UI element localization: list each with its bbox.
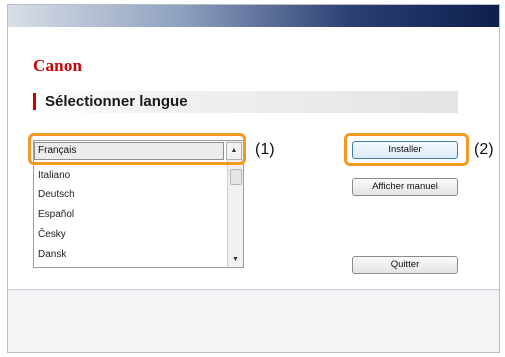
scroll-down-icon[interactable]: ▼ [228, 253, 243, 267]
language-item-cesky[interactable]: Česky [38, 229, 66, 240]
language-item-espanol[interactable]: Español [38, 209, 74, 220]
title-bar [8, 5, 499, 27]
page-title: Sélectionner langue [45, 93, 188, 110]
show-manual-button[interactable]: Afficher manuel [352, 178, 458, 196]
callout-label-1: (1) [255, 141, 275, 158]
callout-label-2: (2) [474, 141, 494, 158]
heading-accent-mark [33, 93, 36, 110]
language-item-dansk[interactable]: Dansk [38, 249, 66, 260]
window-footer [8, 290, 499, 352]
quit-button[interactable]: Quitter [352, 256, 458, 274]
canon-logo: Canon [33, 56, 83, 75]
footer-separator [8, 289, 499, 290]
callout-highlight-install [344, 133, 469, 166]
language-item-italiano[interactable]: Italiano [38, 170, 70, 181]
scrollbar-thumb[interactable] [230, 169, 242, 185]
language-item-deutsch[interactable]: Deutsch [38, 189, 75, 200]
callout-highlight-language [28, 133, 246, 165]
